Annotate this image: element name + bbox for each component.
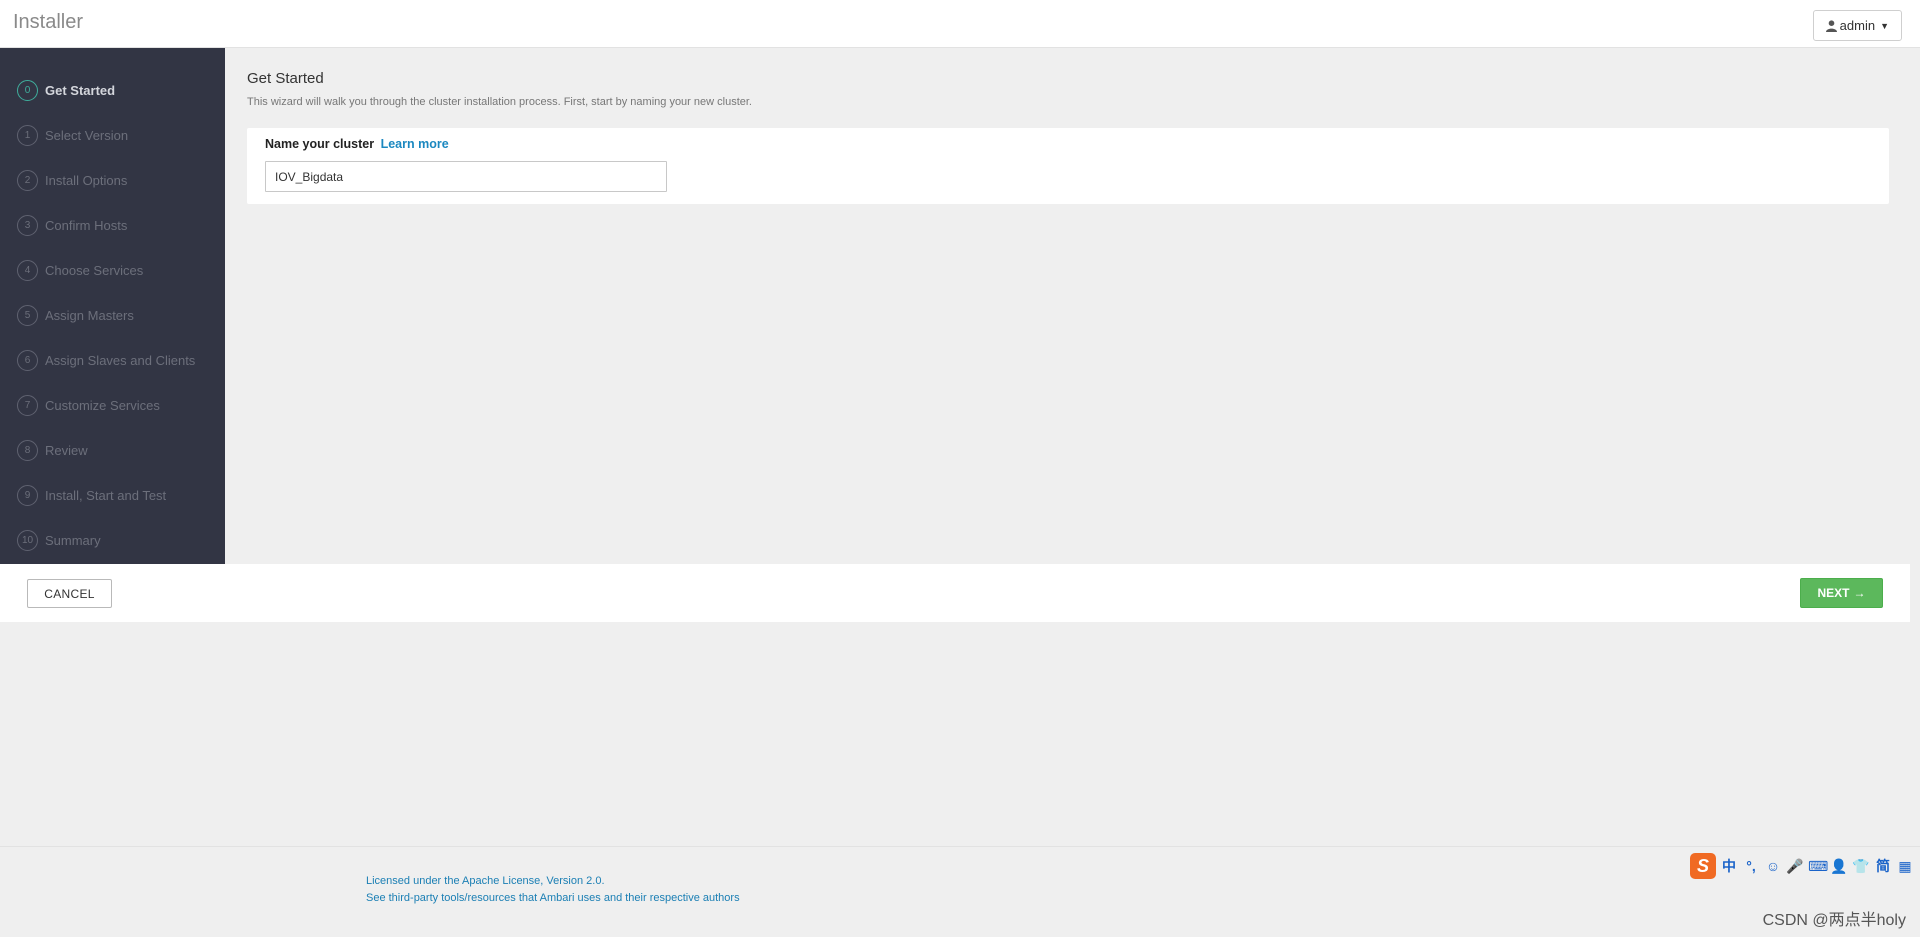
grid-menu-icon[interactable]: ▦ <box>1896 858 1914 875</box>
user-icon <box>1825 19 1837 32</box>
next-button[interactable]: NEXT → <box>1800 578 1883 608</box>
learn-more-link[interactable]: Learn more <box>381 137 449 151</box>
step-confirm-hosts[interactable]: 3 Confirm Hosts <box>0 203 225 248</box>
step-number: 1 <box>17 125 38 146</box>
cancel-button[interactable]: CANCEL <box>27 579 112 608</box>
third-party-link[interactable]: See third-party tools/resources that Amb… <box>366 892 740 904</box>
next-button-label: NEXT <box>1817 586 1850 600</box>
wizard-action-bar: CANCEL NEXT → <box>0 564 1910 622</box>
user-name: admin <box>1839 18 1876 33</box>
arrow-right-icon: → <box>1853 586 1866 600</box>
step-number: 2 <box>17 170 38 191</box>
microphone-icon[interactable]: 🎤 <box>1786 858 1804 875</box>
sogou-logo-icon[interactable]: S <box>1690 853 1716 879</box>
step-choose-services[interactable]: 4 Choose Services <box>0 248 225 293</box>
page-footer: Licensed under the Apache License, Versi… <box>0 846 1920 937</box>
step-install-options[interactable]: 2 Install Options <box>0 158 225 203</box>
chinese-mode-icon[interactable]: 中 <box>1720 856 1738 876</box>
caret-down-icon: ▼ <box>1880 20 1889 31</box>
step-label: Assign Slaves and Clients <box>45 353 196 368</box>
user-icon[interactable]: 👤 <box>1830 858 1848 875</box>
step-assign-masters[interactable]: 5 Assign Masters <box>0 293 225 338</box>
wizard-steps-sidebar: 0 Get Started 1 Select Version 2 Install… <box>0 48 225 564</box>
step-number: 5 <box>17 305 38 326</box>
punctuation-icon[interactable]: °, <box>1742 858 1760 874</box>
step-label: Summary <box>45 533 101 548</box>
step-assign-slaves-and-clients[interactable]: 6 Assign Slaves and Clients <box>0 338 225 383</box>
step-number: 0 <box>17 80 38 101</box>
step-install-start-test[interactable]: 9 Install, Start and Test <box>0 473 225 518</box>
step-select-version[interactable]: 1 Select Version <box>0 113 225 158</box>
step-number: 8 <box>17 440 38 461</box>
emoji-icon[interactable]: ☺ <box>1764 858 1782 874</box>
wizard-content: Get Started This wizard will walk you th… <box>225 48 1920 564</box>
step-label: Review <box>45 443 88 458</box>
step-label: Assign Masters <box>45 308 134 323</box>
license-link[interactable]: Licensed under the Apache License, Versi… <box>366 875 605 887</box>
cluster-name-panel: Name your cluster Learn more <box>247 128 1889 204</box>
step-label: Confirm Hosts <box>45 218 128 233</box>
step-number: 7 <box>17 395 38 416</box>
brand-title: Installer <box>13 11 84 33</box>
cluster-name-label-text: Name your cluster <box>265 137 375 151</box>
step-get-started[interactable]: 0 Get Started <box>0 68 225 113</box>
cluster-name-label: Name your cluster Learn more <box>265 137 449 151</box>
step-number: 6 <box>17 350 38 371</box>
step-label: Install, Start and Test <box>45 488 167 503</box>
step-summary[interactable]: 10 Summary <box>0 518 225 563</box>
keyboard-icon[interactable]: ⌨ <box>1808 858 1828 875</box>
step-number: 9 <box>17 485 38 506</box>
step-number: 3 <box>17 215 38 236</box>
top-navbar: Installer admin ▼ <box>0 0 1920 48</box>
simplified-icon[interactable]: 简 <box>1874 856 1892 876</box>
ime-toolbar: S 中 °, ☺ 🎤 ⌨ 👤 👕 简 ▦ <box>1690 853 1914 879</box>
page-description: This wizard will walk you through the cl… <box>247 96 752 108</box>
step-number: 10 <box>17 530 38 551</box>
step-label: Choose Services <box>45 263 144 278</box>
page-title: Get Started <box>247 70 324 87</box>
cluster-name-input[interactable] <box>265 161 667 192</box>
step-label: Customize Services <box>45 398 160 413</box>
csdn-watermark: CSDN @两点半holy <box>1762 912 1906 929</box>
step-label: Select Version <box>45 128 129 143</box>
step-number: 4 <box>17 260 38 281</box>
skin-icon[interactable]: 👕 <box>1852 858 1870 875</box>
step-label: Get Started <box>45 83 116 98</box>
step-review[interactable]: 8 Review <box>0 428 225 473</box>
step-customize-services[interactable]: 7 Customize Services <box>0 383 225 428</box>
user-menu-button[interactable]: admin ▼ <box>1812 10 1902 41</box>
step-label: Install Options <box>45 173 128 188</box>
